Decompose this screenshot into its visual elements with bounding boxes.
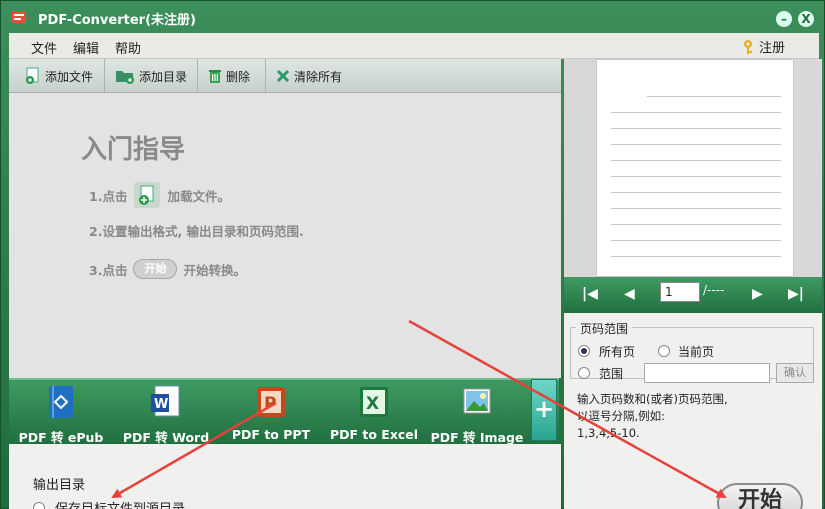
trash-icon [209, 70, 221, 83]
convert-epub-button[interactable]: PDF 转 ePub [11, 384, 111, 446]
add-directory-label: 添加目录 [139, 69, 188, 84]
start-mini-icon: 开始 [133, 259, 178, 279]
first-page-icon[interactable]: |◀ [582, 286, 598, 302]
add-file-label: 添加文件 [45, 69, 94, 84]
step1-suffix: 加载文件。 [167, 188, 230, 204]
format-bar: PDF 转 ePub W PDF 转 Word P PDF to PPT X P… [9, 378, 559, 446]
menu-bar: 文件 编辑 帮助 注册 [9, 33, 819, 59]
current-page-radio[interactable] [658, 345, 670, 357]
save-to-source-label: 保存目标文件到源目录 [55, 498, 185, 509]
page-range-title: 页码范围 [576, 320, 633, 337]
delete-label: 删除 [226, 69, 251, 84]
start-area: 开始 [564, 463, 822, 509]
clear-all-label: 清除所有 [294, 69, 343, 84]
all-pages-label: 所有页 [599, 345, 636, 359]
next-page-icon[interactable]: ▶ [752, 286, 763, 302]
key-icon [744, 39, 752, 54]
app-logo-icon [12, 11, 26, 23]
app-window: PDF-Converter(未注册) – X 文件 编辑 帮助 注册 添加文件 [0, 0, 825, 509]
minimize-button[interactable]: – [776, 11, 792, 27]
add-file-icon [26, 67, 39, 84]
page-range-panel: 页码范围 所有页 当前页 范围 确认 输入页码数和(或者)页码范围, 以逗号分隔… [564, 313, 822, 463]
window-title: PDF-Converter(未注册) [38, 13, 196, 28]
all-pages-radio[interactable] [578, 345, 590, 357]
preview-page [596, 59, 794, 277]
register-link[interactable]: 注册 [741, 37, 785, 56]
close-button[interactable]: X [798, 11, 814, 27]
epub-icon [49, 386, 73, 418]
range-hint: 输入页码数和(或者)页码范围, 以逗号分隔,例如: 1,3,4,5-10. [577, 391, 813, 442]
last-page-icon[interactable]: ▶| [788, 286, 804, 302]
step3-prefix: 3.点击 [89, 262, 128, 278]
previous-page-icon[interactable]: ◀ [624, 286, 635, 302]
menu-help[interactable]: 帮助 [115, 38, 141, 57]
clear-all-button[interactable]: 清除所有 [270, 62, 348, 90]
convert-image-button[interactable]: PDF 转 Image [427, 384, 527, 446]
convert-excel-label: PDF to Excel [329, 427, 419, 442]
delete-button[interactable]: 删除 [202, 62, 256, 90]
clear-x-icon [276, 69, 290, 83]
range-label: 范围 [599, 367, 624, 381]
menu-edit[interactable]: 编辑 [73, 38, 99, 57]
guide-step-2: 2.设置输出格式, 输出目录和页码范围. [89, 224, 304, 239]
guide-step-1: 1.点击 加载文件。 [89, 181, 230, 209]
current-page-label: 当前页 [678, 345, 715, 359]
range-hint-line: 以逗号分隔,例如: [577, 409, 666, 423]
convert-ppt-label: PDF to PPT [231, 427, 311, 442]
excel-icon: X [360, 387, 388, 417]
step3-suffix: 开始转换。 [183, 262, 246, 278]
svg-text:W: W [154, 397, 168, 412]
toolbar: 添加文件 添加目录 删除 清除所有 [9, 59, 561, 93]
register-label: 注册 [759, 41, 786, 56]
save-to-source-radio[interactable] [33, 502, 45, 509]
add-directory-button[interactable]: 添加目录 [109, 62, 193, 90]
add-file-icon [134, 182, 161, 208]
powerpoint-icon: P [257, 387, 285, 417]
svg-text:P: P [264, 394, 276, 414]
convert-word-button[interactable]: W PDF 转 Word [116, 384, 216, 446]
confirm-button[interactable]: 确认 [776, 363, 814, 383]
add-folder-icon [116, 71, 134, 84]
image-icon [463, 388, 491, 414]
menu-file[interactable]: 文件 [31, 38, 57, 57]
output-directory-panel: 输出目录 保存目标文件到源目录 [9, 444, 561, 509]
convert-excel-button[interactable]: X PDF to Excel [324, 384, 424, 442]
range-radio[interactable] [578, 367, 590, 379]
title-bar: PDF-Converter(未注册) – X [1, 1, 825, 33]
add-format-button[interactable]: + [531, 379, 557, 441]
page-preview [564, 59, 822, 277]
page-total: /---- [703, 283, 725, 297]
output-directory-label: 输出目录 [33, 478, 86, 493]
svg-text:X: X [366, 394, 379, 414]
pager-bar: |◀ ◀ 1 /---- ▶ ▶| [564, 277, 822, 313]
range-hint-line: 输入页码数和(或者)页码范围, [577, 392, 728, 406]
start-button[interactable]: 开始 [717, 483, 803, 509]
page-number-input[interactable]: 1 [660, 282, 700, 302]
word-icon: W [151, 385, 180, 417]
guide-step-3: 3.点击 开始 开始转换。 [89, 259, 246, 279]
step1-prefix: 1.点击 [89, 188, 128, 204]
guide-title: 入门指导 [81, 135, 186, 165]
range-input[interactable] [644, 363, 770, 383]
add-file-button[interactable]: 添加文件 [19, 62, 99, 90]
range-hint-line: 1,3,4,5-10. [577, 426, 640, 440]
convert-ppt-button[interactable]: P PDF to PPT [221, 384, 321, 442]
file-list-area[interactable]: 入门指导 1.点击 加载文件。 2.设置输出格式, 输出目录和页码范围. 3.点… [9, 93, 561, 378]
